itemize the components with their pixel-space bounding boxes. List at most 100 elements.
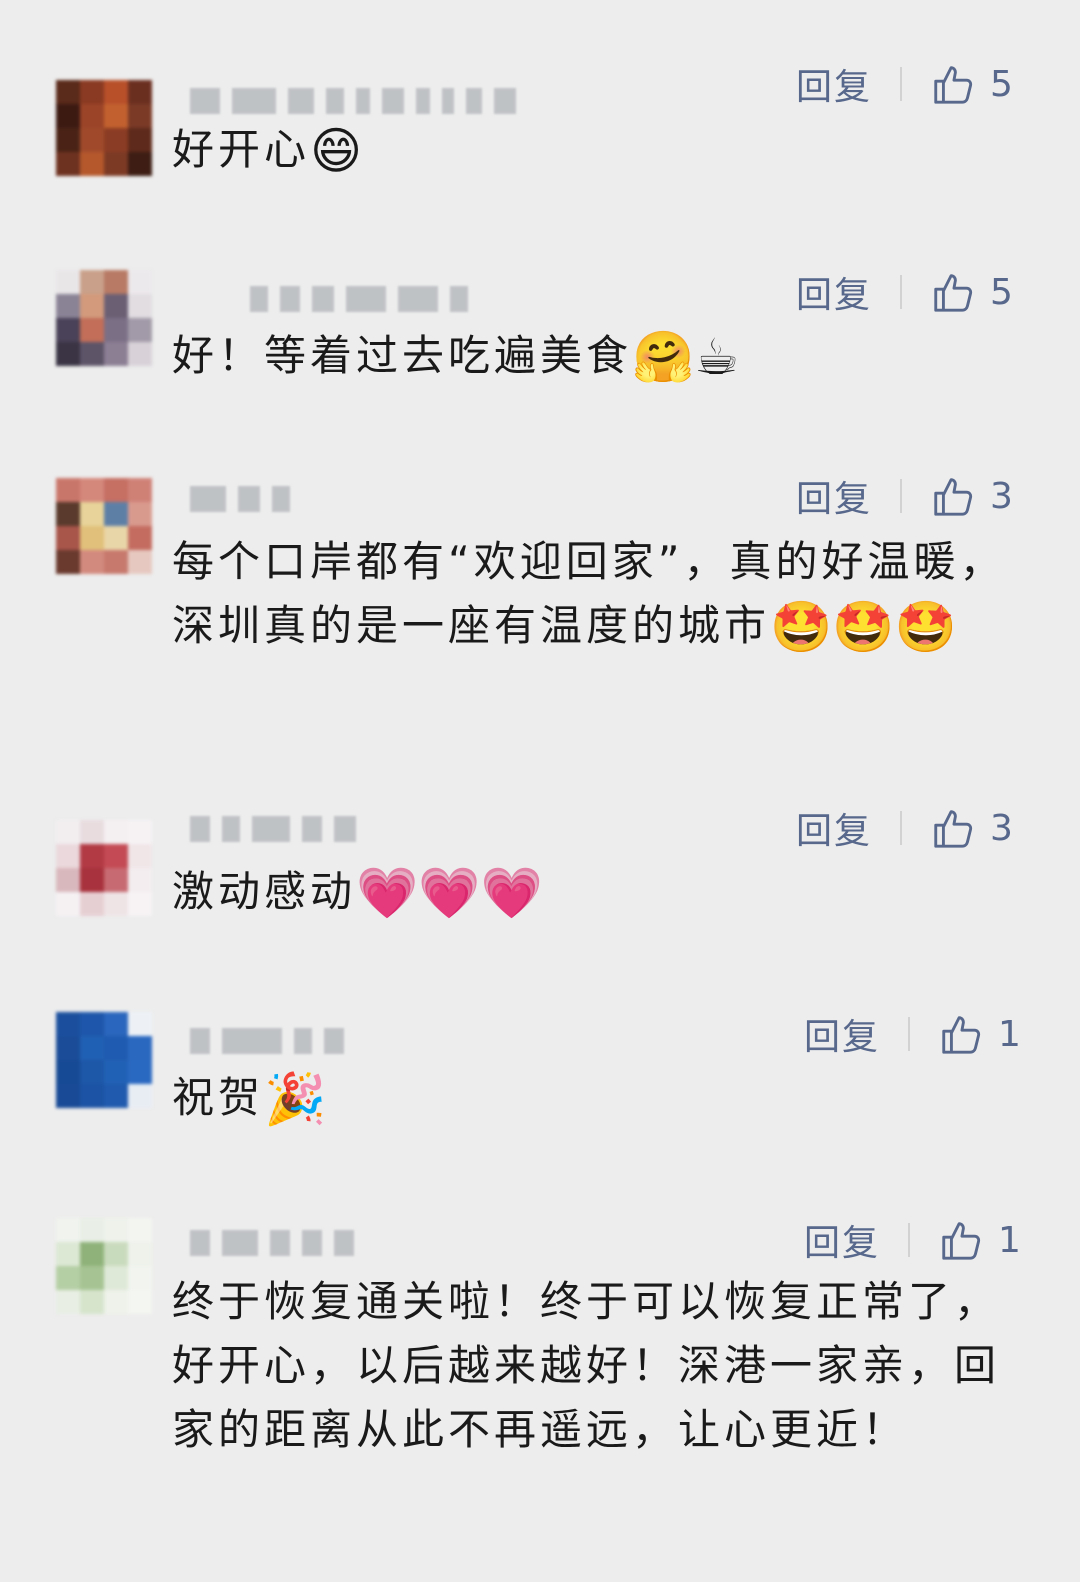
avatar-pixel [56, 1266, 80, 1290]
thumbs-up-icon [934, 810, 973, 848]
like-count: 5 [990, 271, 1013, 313]
avatar-pixel [104, 80, 128, 104]
avatar-pixel [80, 1218, 104, 1242]
redaction-block [190, 1230, 210, 1256]
username-redacted[interactable] [190, 484, 290, 514]
avatar-pixel [104, 128, 128, 152]
avatar-pixel [56, 270, 80, 294]
redaction-block [222, 1028, 282, 1054]
like-button[interactable]: 5 [930, 269, 1013, 315]
avatar[interactable] [56, 270, 152, 366]
like-button[interactable]: 1 [938, 1011, 1021, 1057]
avatar[interactable] [56, 1012, 152, 1108]
avatar-pixel [128, 1290, 152, 1314]
reply-button[interactable]: 回复 [796, 266, 872, 318]
like-button[interactable]: 3 [930, 473, 1013, 519]
avatar-pixel [56, 152, 80, 176]
reply-button[interactable]: 回复 [796, 470, 872, 522]
username-redacted[interactable] [190, 1228, 354, 1258]
avatar-pixel [104, 1242, 128, 1266]
username-redacted[interactable] [190, 86, 516, 116]
avatar-pixel [80, 526, 104, 550]
redaction-block [232, 88, 276, 114]
avatar-pixel [104, 342, 128, 366]
avatar-pixel [80, 868, 104, 892]
avatar-pixel [80, 1012, 104, 1036]
avatar-pixel [80, 1060, 104, 1084]
avatar-pixel [56, 526, 80, 550]
reply-button[interactable]: 回复 [804, 1008, 880, 1060]
username-redacted[interactable] [190, 1026, 344, 1056]
avatar[interactable] [56, 820, 152, 916]
comment-text: 激动感动💗💗💗 [172, 860, 1032, 925]
redaction-block [356, 88, 370, 114]
emoji: ☕ [694, 328, 740, 386]
avatar-pixel [80, 80, 104, 104]
avatar-pixel [128, 318, 152, 342]
avatar-pixel [80, 104, 104, 128]
divider [900, 67, 903, 101]
emoji: 🎉 [264, 1070, 327, 1128]
avatar-pixel [80, 1242, 104, 1266]
redaction-block [280, 286, 300, 312]
avatar-pixel [80, 1084, 104, 1108]
avatar-pixel [56, 1036, 80, 1060]
avatar-pixel [128, 128, 152, 152]
avatar-pixel [104, 892, 128, 916]
avatar-pixel [104, 294, 128, 318]
avatar-pixel [104, 526, 128, 550]
comment-text-span: 祝贺 [172, 1073, 265, 1122]
redaction-block [190, 88, 220, 114]
avatar-pixel [56, 478, 80, 502]
avatar-pixel [128, 1012, 152, 1036]
avatar[interactable] [56, 478, 152, 574]
avatar-pixel [104, 868, 128, 892]
comment-text: 好！等着过去吃遍美食🤗☕ [172, 324, 1032, 389]
avatar-pixel [80, 478, 104, 502]
avatar-pixel [56, 318, 80, 342]
avatar-pixel [56, 892, 80, 916]
emoji: 🤩 [832, 598, 895, 656]
avatar-pixel [128, 1218, 152, 1242]
avatar-pixel [80, 318, 104, 342]
avatar[interactable] [56, 1218, 152, 1314]
reply-button[interactable]: 回复 [796, 58, 872, 110]
avatar-pixel [128, 550, 152, 574]
username-redacted[interactable] [190, 814, 356, 844]
avatar-pixel [128, 1060, 152, 1084]
reply-button[interactable]: 回复 [804, 1214, 880, 1266]
avatar-pixel [128, 892, 152, 916]
avatar-pixel [128, 1266, 152, 1290]
avatar-pixel [104, 844, 128, 868]
avatar-pixel [80, 820, 104, 844]
divider [908, 1223, 911, 1257]
avatar-pixel [128, 1036, 152, 1060]
avatar-pixel [104, 820, 128, 844]
avatar[interactable] [56, 80, 152, 176]
like-button[interactable]: 5 [930, 61, 1013, 107]
avatar-pixel [128, 270, 152, 294]
redaction-block [466, 88, 482, 114]
like-button[interactable]: 1 [938, 1217, 1021, 1263]
avatar-pixel [128, 478, 152, 502]
comment-actions: 回复 1 [804, 1011, 1044, 1059]
avatar-pixel [104, 1218, 128, 1242]
avatar-pixel [128, 526, 152, 550]
redaction-block [238, 486, 260, 512]
comment-actions: 回复 5 [796, 61, 1036, 109]
avatar-pixel [104, 1266, 128, 1290]
avatar-pixel [56, 550, 80, 574]
comment-text-span: 激动感动 [172, 867, 357, 916]
avatar-pixel [80, 502, 104, 526]
like-count: 5 [990, 63, 1013, 105]
reply-button[interactable]: 回复 [796, 802, 872, 854]
like-count: 1 [998, 1013, 1021, 1055]
comment-actions: 回复 5 [796, 269, 1036, 317]
username-redacted[interactable] [250, 284, 468, 314]
like-button[interactable]: 3 [930, 805, 1013, 851]
redaction-block [250, 286, 268, 312]
divider [900, 479, 903, 513]
avatar-pixel [56, 1290, 80, 1314]
redaction-block [252, 816, 290, 842]
avatar-pixel [56, 1012, 80, 1036]
